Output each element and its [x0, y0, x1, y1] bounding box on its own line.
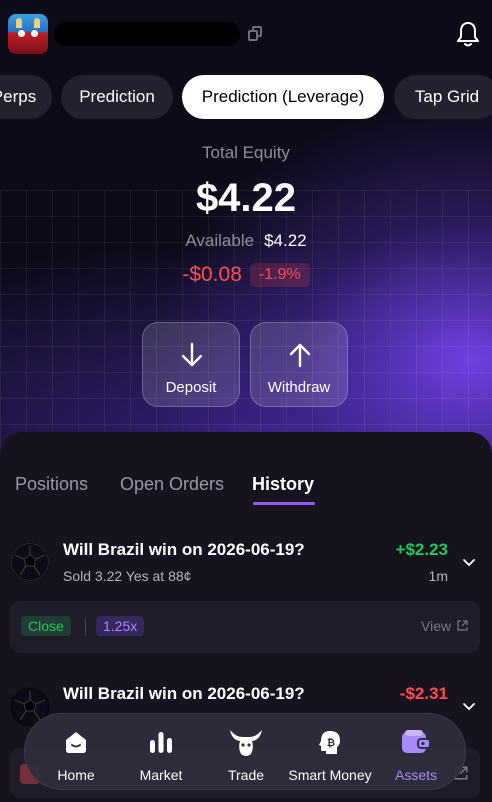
nav-home[interactable]: Home	[35, 714, 117, 791]
chevron-down-icon[interactable]	[462, 702, 476, 712]
history-item-amount: +$2.23	[395, 540, 448, 559]
view-link[interactable]: View	[421, 618, 468, 634]
external-link-icon	[457, 620, 468, 631]
arrow-up-icon	[289, 343, 311, 368]
available-label: Available	[185, 231, 255, 250]
nav-trade-label: Trade	[227, 767, 265, 783]
chevron-down-icon[interactable]	[462, 558, 476, 568]
nav-assets[interactable]: Assets	[375, 714, 457, 791]
nav-smart-money-label: Smart Money	[288, 767, 372, 783]
category-tabs: Perps Prediction Prediction (Leverage) T…	[0, 75, 492, 119]
tab-tap-grid[interactable]: Tap Grid	[394, 75, 492, 119]
available-value: $4.22	[264, 231, 307, 250]
total-equity-label: Total Equity	[202, 143, 290, 162]
nav-smart-money[interactable]: ₿ Smart Money	[287, 714, 373, 791]
tab-open-orders[interactable]: Open Orders	[120, 474, 224, 495]
deposit-label: Deposit	[165, 379, 217, 396]
history-item-amount: -$2.31	[399, 684, 448, 703]
total-equity-value: $4.22	[195, 176, 297, 220]
tab-positions[interactable]: Positions	[15, 474, 88, 495]
tab-perps[interactable]: Perps	[0, 75, 52, 119]
tab-history[interactable]: History	[252, 474, 314, 495]
history-item-title[interactable]: Will Brazil win on 2026-06-19?	[63, 540, 305, 560]
nav-market-label: Market	[139, 767, 183, 783]
history-item-title[interactable]: Will Brazil win on 2026-06-19?	[63, 684, 305, 704]
tab-prediction-leverage[interactable]: Prediction (Leverage)	[182, 75, 384, 119]
svg-text:₿: ₿	[327, 737, 335, 749]
nav-assets-label: Assets	[394, 767, 437, 783]
copy-icon[interactable]	[248, 26, 264, 42]
history-item-subtitle: Sold 3.22 Yes at 88¢	[63, 568, 192, 584]
view-label: View	[421, 618, 452, 634]
withdraw-button[interactable]: Withdraw	[250, 322, 348, 407]
top-bar	[0, 12, 492, 56]
nav-market[interactable]: Market	[120, 714, 202, 791]
home-icon	[66, 732, 86, 753]
arrow-down-icon	[181, 342, 203, 367]
available-balance: Available $4.22	[0, 231, 492, 251]
divider	[85, 618, 86, 636]
history-item-details: Close 1.25x View	[10, 601, 480, 653]
avatar[interactable]	[8, 14, 48, 54]
nav-home-label: Home	[57, 767, 95, 783]
smart-money-icon: ₿	[319, 731, 340, 754]
pnl-value: -$0.08	[182, 263, 242, 286]
history-item-time: 1m	[428, 568, 448, 584]
close-tag: Close	[21, 616, 71, 636]
active-tab-indicator	[253, 502, 315, 505]
pnl-row: -$0.08 -1.9%	[0, 263, 492, 287]
withdraw-label: Withdraw	[267, 379, 331, 396]
leverage-tag: 1.25x	[96, 616, 145, 636]
bottom-nav: Home Market Trade ₿ Smart Money Assets	[24, 713, 466, 790]
deposit-button[interactable]: Deposit	[142, 322, 240, 407]
bell-icon[interactable]	[455, 20, 481, 48]
trade-icon	[230, 730, 262, 756]
assets-icon	[402, 730, 431, 753]
tab-prediction[interactable]: Prediction	[61, 75, 173, 119]
soccer-ball-icon	[10, 542, 50, 582]
pnl-percent-badge: -1.9%	[249, 263, 310, 287]
market-icon	[150, 732, 172, 753]
nav-trade[interactable]: Trade	[205, 714, 287, 791]
redacted-username	[54, 22, 240, 46]
